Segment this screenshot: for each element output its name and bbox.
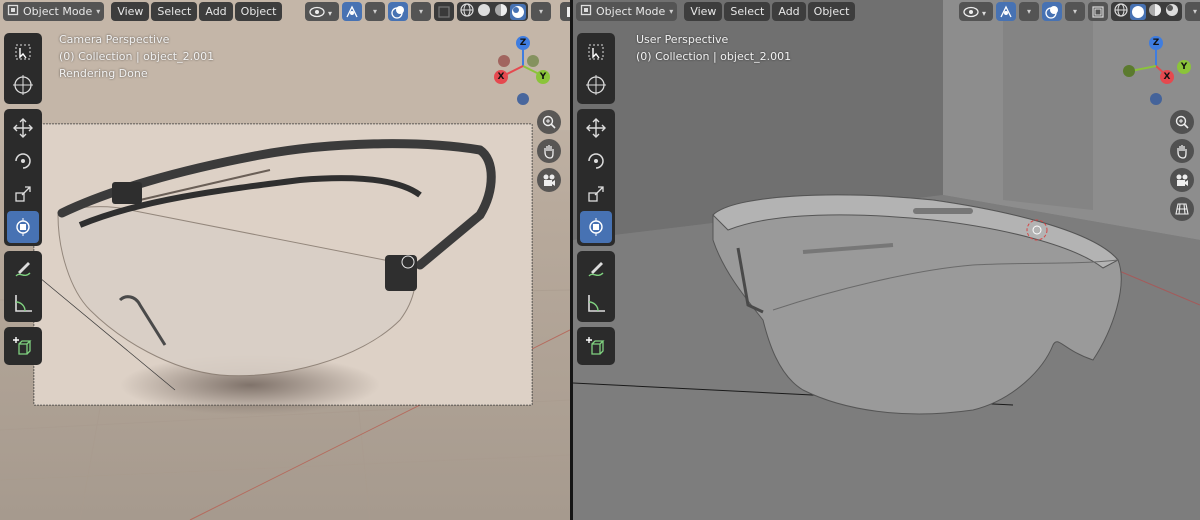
pan-hand-icon[interactable] [1170, 139, 1194, 163]
add-cube-icon[interactable] [7, 330, 39, 362]
transform-icon[interactable] [580, 211, 612, 243]
cursor-icon[interactable] [7, 69, 39, 101]
chevron-down-icon: ▾ [96, 6, 101, 16]
chevron-down-icon: ▾ [669, 6, 674, 16]
scale-icon[interactable] [580, 178, 612, 210]
measure-icon[interactable] [7, 287, 39, 319]
menu-view[interactable]: View [111, 1, 150, 21]
right-viewport[interactable]: Object Mode ▾ View Select Add Object ▾ ▾… [573, 0, 1200, 520]
object-mode-dropdown[interactable]: Object Mode ▾ [3, 1, 105, 21]
annotate-icon[interactable] [7, 254, 39, 286]
zoom-icon[interactable] [1170, 110, 1194, 134]
viewport-header: Object Mode ▾ View Select Add Object [0, 0, 570, 22]
rotate-icon[interactable] [7, 145, 39, 177]
add-cube-icon[interactable] [580, 330, 612, 362]
menu-add[interactable]: Add [199, 1, 233, 21]
viewport-info: Camera Perspective (0) Collection | obje… [59, 31, 214, 82]
scale-icon[interactable] [7, 178, 39, 210]
left-viewport[interactable]: Object Mode ▾ View Select Add Object ▾ ▾… [0, 0, 570, 520]
navigation-gizmo[interactable]: Z Y X [488, 33, 558, 113]
rotate-icon[interactable] [580, 145, 612, 177]
menu-object[interactable]: Object [807, 1, 856, 21]
annotate-icon[interactable] [580, 254, 612, 286]
tool-shelf [4, 33, 42, 370]
gizmo-y-axis[interactable]: Y [1177, 60, 1191, 74]
gizmo-z-axis[interactable]: Z [516, 36, 530, 50]
object-mode-icon [580, 4, 592, 19]
collection-info: (0) Collection | object_2.001 [59, 50, 215, 63]
solid-scene [573, 0, 1200, 520]
render-status: Rendering Done [59, 67, 148, 80]
gizmo-y-axis[interactable]: Y [536, 70, 550, 84]
object-mode-label: Object Mode [596, 4, 666, 18]
menu-select[interactable]: Select [151, 1, 198, 21]
move-icon[interactable] [580, 112, 612, 144]
ortho-grid-icon[interactable] [1170, 197, 1194, 221]
zoom-icon[interactable] [537, 110, 561, 134]
camera-view-icon[interactable] [1170, 168, 1194, 192]
object-mode-label: Object Mode [23, 4, 93, 18]
move-icon[interactable] [7, 112, 39, 144]
gizmo-z-axis[interactable]: Z [1149, 36, 1163, 50]
collection-info: (0) Collection | object_2.001 [636, 50, 792, 63]
object-mode-dropdown[interactable]: Object Mode ▾ [576, 1, 678, 21]
menu-view[interactable]: View [684, 1, 723, 21]
tool-shelf [577, 33, 615, 370]
select-box-icon[interactable] [580, 36, 612, 68]
viewport-header: Object Mode ▾ View Select Add Object [573, 0, 1200, 22]
view-name: User Perspective [636, 33, 729, 46]
view-name: Camera Perspective [59, 33, 170, 46]
cursor-icon[interactable] [580, 69, 612, 101]
menu-add[interactable]: Add [772, 1, 806, 21]
viewport-info: User Perspective (0) Collection | object… [636, 31, 791, 65]
object-mode-icon [7, 4, 19, 19]
pan-hand-icon[interactable] [537, 139, 561, 163]
select-box-icon[interactable] [7, 36, 39, 68]
navigation-gizmo[interactable]: Z X Y [1121, 33, 1191, 113]
measure-icon[interactable] [580, 287, 612, 319]
gizmo-x-axis[interactable]: X [1160, 70, 1174, 84]
menu-select[interactable]: Select [724, 1, 771, 21]
camera-view-icon[interactable] [537, 168, 561, 192]
transform-icon[interactable] [7, 211, 39, 243]
gizmo-x-axis[interactable]: X [494, 70, 508, 84]
menu-object[interactable]: Object [234, 1, 283, 21]
